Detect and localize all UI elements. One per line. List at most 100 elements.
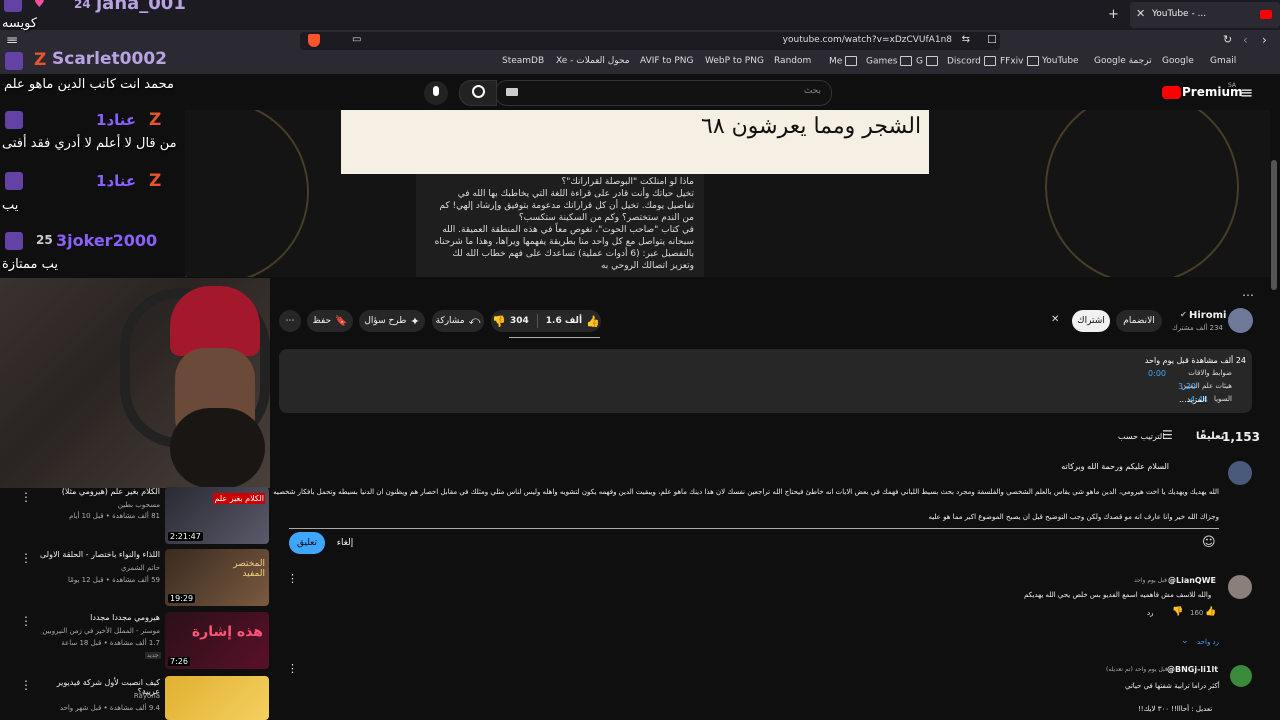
more-options-icon[interactable]: ⋯ (1242, 288, 1254, 302)
like-icon[interactable]: 👍 (1205, 607, 1216, 617)
browser-tab-youtube[interactable]: ✕ YouTube - ... (1130, 2, 1280, 28)
search-input[interactable]: بحث (495, 80, 832, 106)
close-icon[interactable]: ✕ (1051, 314, 1059, 325)
replies-toggle[interactable]: رد واحد (1197, 638, 1219, 646)
bookmark-xe[interactable]: Xe - محول العملات (556, 56, 630, 66)
join-button[interactable]: الانضمام (1116, 310, 1162, 332)
bookmark-google-translate[interactable]: Google ترجمة (1094, 56, 1152, 66)
bookmark-discord[interactable]: Discord (947, 56, 996, 67)
comment-text: والله للاسف مش فاهميه اسمع الفديو بس خلص… (1024, 591, 1212, 599)
twitch-icon (5, 232, 23, 250)
video-menu-icon[interactable]: ⋮ (20, 614, 32, 628)
video-menu-icon[interactable]: ⋮ (20, 551, 32, 565)
chevron-down-icon[interactable]: ⌄ (1181, 636, 1189, 646)
bookmark-gmail[interactable]: Gmail (1210, 56, 1236, 66)
chat-username: Scarlet0002 (52, 49, 167, 69)
video-title[interactable]: الكلام بغير علم (هيرومي مثلا) (40, 487, 160, 496)
bookmark-random[interactable]: Random (774, 56, 811, 66)
address-bar[interactable]: youtube.com/watch?v=xDzCVUfA1n8 ⇆ ▭ (300, 32, 1000, 50)
translate-icon[interactable]: ⇆ (962, 34, 970, 45)
dislike-icon[interactable]: 👎 (1172, 607, 1183, 617)
chapter-time[interactable]: 3:20 (1178, 382, 1196, 391)
chat-username: 3joker2000 (56, 231, 158, 250)
chat-badge: 24 (74, 0, 91, 11)
bookmark-icon: 🔖 (335, 315, 348, 327)
new-badge: جديد (145, 652, 161, 659)
overlay-line: من الندم ستختصر؟ وكم من السكينة ستكسب؟ (518, 213, 694, 223)
bookmark-youtube[interactable]: YouTube (1042, 56, 1079, 66)
dislike-icon[interactable]: 👎 (492, 315, 506, 328)
voice-search-button[interactable] (424, 81, 448, 105)
cancel-button[interactable]: إلغاء (327, 532, 363, 554)
scrollbar[interactable] (1271, 160, 1277, 290)
comment-time: قبل يوم واحد (1134, 577, 1167, 584)
draft-comment-input[interactable]: السلام عليكم ورحمة الله وبركاته الله يهد… (273, 460, 1219, 529)
folder-icon (1026, 56, 1039, 66)
video-channel[interactable]: مسحوب بطين (40, 500, 160, 510)
bookmark-ffxiv[interactable]: FFxiv (1000, 56, 1039, 67)
bookmark-me[interactable]: Me (829, 56, 858, 67)
brave-shield-icon[interactable] (308, 34, 320, 47)
bookmark-steamdb[interactable]: SteamDB (502, 56, 544, 66)
logo-region: SA (1228, 82, 1237, 89)
bookmark-g[interactable]: G (916, 56, 938, 67)
emoji-icon[interactable]: ☺ (1202, 535, 1216, 550)
comment-menu-icon[interactable]: ⋮ (287, 572, 298, 585)
channel-avatar[interactable] (1228, 308, 1253, 333)
like-icon[interactable]: 👍 (586, 315, 600, 328)
share-button[interactable]: مشاركة ⤺ (432, 310, 484, 332)
chat-username: jana_001 (96, 0, 186, 14)
more-actions-button[interactable]: ⋯ (279, 310, 301, 332)
video-channel[interactable]: موستر - المملل الأخير في زمن النيروبين (40, 626, 160, 636)
bookmark-avif[interactable]: AVIF to PNG (640, 56, 693, 66)
commenter-avatar[interactable] (1230, 665, 1252, 687)
video-meta: 9.4 ألف مشاهدة • قبل شهر واحد (59, 704, 160, 712)
close-icon[interactable]: ✕ (1136, 7, 1145, 20)
comment-likes: 160 (1190, 609, 1204, 617)
youtube-play-icon (1162, 86, 1181, 99)
channel-name[interactable]: Hiromi (1189, 310, 1226, 321)
description-box[interactable]: 24 ألف مشاهدة قبل يوم واحد ضوابط والاقات… (279, 349, 1252, 413)
comment-username[interactable]: @BNGj-li1lt (1167, 665, 1218, 674)
chapter-time[interactable]: 0:00 (1148, 369, 1166, 378)
comment-menu-icon[interactable]: ⋮ (287, 662, 298, 675)
keyboard-icon[interactable] (506, 88, 518, 96)
video-title[interactable]: هيرومي مجددا مجددا (40, 613, 160, 622)
bookmark-games[interactable]: Games (866, 56, 913, 67)
comment-text-edit: تعديل : أحااا!! ٣٠٠ لايك!! (1138, 705, 1213, 713)
new-tab-icon[interactable]: + (1108, 7, 1119, 22)
bookmark-webp[interactable]: WebP to PNG (705, 56, 764, 66)
bookmark-google[interactable]: Google (1162, 56, 1194, 66)
overlay-line: وتعزيز اتصالك الروحي به (600, 261, 694, 271)
video-description-overlay: ماذا لو امتلكت "البوصلة لقراراتك"؟ تخيل … (416, 174, 704, 277)
video-thumbnail[interactable] (165, 676, 269, 720)
search-icon (472, 85, 485, 98)
save-button[interactable]: حفظ 🔖 (307, 310, 353, 332)
video-channel[interactable]: حاتم الشمري (40, 563, 160, 573)
sort-label[interactable]: الترتيب حسب (1118, 432, 1164, 441)
microphone-icon (433, 86, 439, 96)
subscribe-button[interactable]: اشتراك (1072, 310, 1110, 332)
submit-comment-button[interactable]: تعليق (289, 532, 325, 554)
back-icon[interactable]: ‹ (1243, 33, 1248, 47)
video-channel[interactable]: Rayona (40, 691, 160, 701)
forward-icon[interactable]: › (1262, 33, 1267, 47)
reader-icon[interactable]: ▭ (352, 34, 361, 45)
video-thumbnail[interactable]: هذه إشارة 7:26 (165, 612, 269, 669)
video-menu-icon[interactable]: ⋮ (20, 490, 32, 504)
reload-icon[interactable]: ↻ (1223, 33, 1232, 46)
ask-button[interactable]: طرح سؤال ✦ (359, 310, 425, 332)
comment-username[interactable]: @LianQWE (1168, 576, 1216, 585)
search-button[interactable] (459, 80, 497, 106)
show-more-link[interactable]: ...المزيد (1179, 395, 1207, 404)
bookmark-star-icon[interactable]: ☐ (987, 33, 997, 46)
video-title[interactable]: اللذاء والنواء باختصار - الحلقة الاولى (40, 550, 160, 559)
commenter-avatar[interactable] (1228, 575, 1252, 599)
video-menu-icon[interactable]: ⋮ (20, 678, 32, 692)
save-label: حفظ (312, 316, 332, 326)
video-thumbnail[interactable]: المختصر المفيد 19:29 (165, 549, 269, 606)
chat-message: يب (2, 198, 19, 213)
video-thumbnail[interactable]: الكلام بغير علم 2:21:47 (165, 487, 269, 544)
divider (536, 314, 538, 328)
reply-button[interactable]: رد (1147, 609, 1154, 617)
